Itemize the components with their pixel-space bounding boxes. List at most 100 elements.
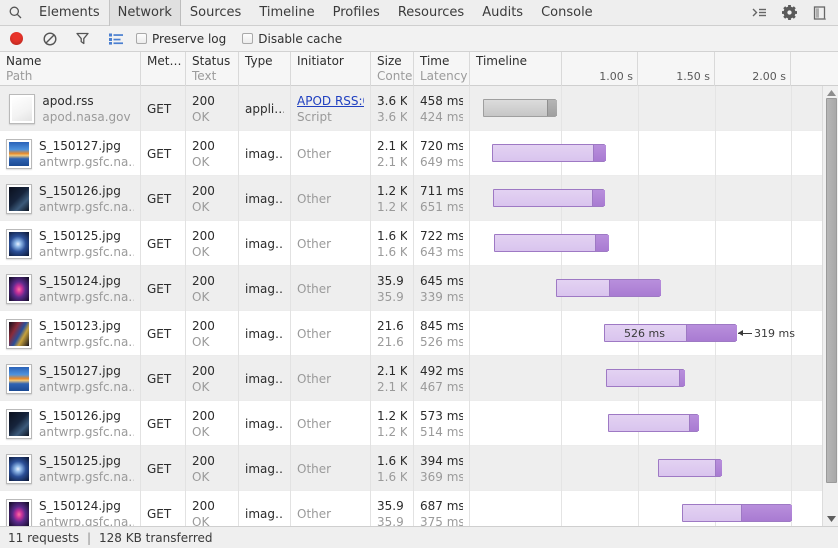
column-header-name[interactable]: Name Path [0,52,141,86]
column-header-type[interactable]: Type [239,52,291,86]
cell-method: GET [141,311,186,356]
record-icon [10,32,23,45]
request-size: 1.2 KB [377,408,407,423]
request-latency: 514 ms [420,424,463,439]
timeline-bar[interactable] [483,99,557,117]
cell-type: imag… [239,221,291,266]
settings-gear-icon[interactable] [774,0,804,26]
group-by-frame-button[interactable] [99,26,132,52]
request-status-code: 200 [192,408,215,423]
request-time: 645 ms [420,273,463,288]
request-initiator: Other [297,461,332,476]
timeline-bar[interactable] [606,369,685,387]
table-row[interactable]: S_150125.jpg antwrp.gsfc.na… GET 200 OK imag…… [0,221,838,266]
column-header-method[interactable]: Met… [141,52,186,86]
request-size: 21.6 … [377,318,407,333]
cell-size: 2.1 KB2.1 KB [371,131,414,176]
timeline-bar[interactable] [658,459,722,477]
cell-time: 711 ms 651 ms [414,176,470,221]
tab-resources[interactable]: Resources [389,0,473,26]
request-method: GET [147,506,172,521]
record-button[interactable] [0,26,33,52]
request-name: S_150127.jpg [39,363,121,378]
table-row[interactable]: S_150124.jpg antwrp.gsfc.na… GET 200 OK imag…… [0,266,838,311]
preserve-log-checkbox[interactable]: Preserve log [136,26,238,52]
clear-button[interactable] [33,26,66,52]
request-initiator[interactable]: APOD RSS:0 [297,93,364,109]
request-name: S_150126.jpg [39,408,121,423]
tab-console[interactable]: Console [532,0,602,26]
request-method: GET [147,416,172,431]
request-latency: 375 ms [420,514,463,527]
console-drawer-icon[interactable] [744,0,774,26]
tab-audits[interactable]: Audits [473,0,532,26]
cell-initiator: Other [291,491,371,526]
cell-name: S_150123.jpg antwrp.gsfc.na… [0,311,141,356]
column-header-status[interactable]: Status Text [186,52,239,86]
request-status-text: OK [192,199,210,214]
timeline-gridline-0 [561,86,562,131]
search-icon[interactable] [0,0,30,26]
timeline-bar[interactable] [493,189,605,207]
request-type: imag… [245,281,284,296]
timeline-cell [470,266,818,311]
table-row[interactable]: S_150126.jpg antwrp.gsfc.na… GET 200 OK imag…… [0,176,838,221]
request-method: GET [147,326,172,341]
tab-timeline[interactable]: Timeline [250,0,323,26]
request-thumbnail [6,498,32,526]
request-size: 35.9 … [377,273,407,288]
cell-size: 3.6 KB3.6 KB [371,86,414,131]
timeline-bar[interactable] [494,234,609,252]
request-thumbnail [6,408,32,439]
column-header-time[interactable]: Time Latency [414,52,470,86]
timeline-gridline-2 [715,356,716,401]
table-row[interactable]: S_150123.jpg antwrp.gsfc.na… GET 200 OK imag…… [0,311,838,356]
timeline-cell [470,176,818,221]
timeline-bar[interactable]: 526 ms [604,324,737,342]
filter-button[interactable] [66,26,99,52]
disable-cache-checkbox[interactable]: Disable cache [242,26,354,52]
request-name: S_150127.jpg [39,138,121,153]
request-content-size: 1.6 KB [377,469,407,484]
scroll-down-arrow-icon[interactable] [823,512,838,526]
cell-status: 200 OK [186,176,239,221]
timeline-gridline-2 [715,401,716,446]
cell-initiator: Other [291,176,371,221]
request-time: 720 ms [420,138,463,153]
timeline-bar[interactable] [608,414,699,432]
column-header-initiator[interactable]: Initiator [291,52,371,86]
cell-time: 645 ms 339 ms [414,266,470,311]
timeline-tick-label: 1.50 s [676,70,710,83]
table-row[interactable]: S_150127.jpg antwrp.gsfc.na… GET 200 OK imag…… [0,356,838,401]
tab-network[interactable]: Network [108,0,181,26]
column-header-size[interactable]: SizeConten [371,52,414,86]
request-status-code: 200 [192,93,215,108]
table-row[interactable]: S_150127.jpg antwrp.gsfc.na… GET 200 OK imag…… [0,131,838,176]
table-row[interactable]: S_150124.jpg antwrp.gsfc.na… GET 200 OK imag…… [0,491,838,526]
left-arrow-icon [738,329,752,336]
cell-status: 200 OK [186,221,239,266]
timeline-gridline-1 [638,86,639,131]
timeline-bar[interactable] [556,279,661,297]
timeline-tick-label: 1.00 s [599,70,633,83]
request-content-size: 3.6 KB [377,109,407,124]
dock-side-icon[interactable] [804,0,834,26]
cell-time: 687 ms 375 ms [414,491,470,526]
request-status-code: 200 [192,228,215,243]
tab-elements[interactable]: Elements [30,0,109,26]
table-row[interactable]: S_150125.jpg antwrp.gsfc.na… GET 200 OK imag…… [0,446,838,491]
request-name: S_150126.jpg [39,183,121,198]
column-header-title: Time [420,54,450,68]
tab-profiles[interactable]: Profiles [324,0,389,26]
scrollbar-thumb[interactable] [826,98,837,483]
request-status-text: OK [192,244,210,259]
tab-sources[interactable]: Sources [181,0,250,26]
timeline-bar[interactable] [492,144,606,162]
timeline-bar[interactable] [682,504,792,522]
cell-initiator: Other [291,401,371,446]
table-row[interactable]: S_150126.jpg antwrp.gsfc.na… GET 200 OK imag…… [0,401,838,446]
vertical-scrollbar[interactable] [822,86,838,526]
request-time: 687 ms [420,498,463,513]
cell-type: appli… [239,86,291,131]
table-row[interactable]: apod.rss apod.nasa.gov GET 200 OK appli… APOD … [0,86,838,131]
